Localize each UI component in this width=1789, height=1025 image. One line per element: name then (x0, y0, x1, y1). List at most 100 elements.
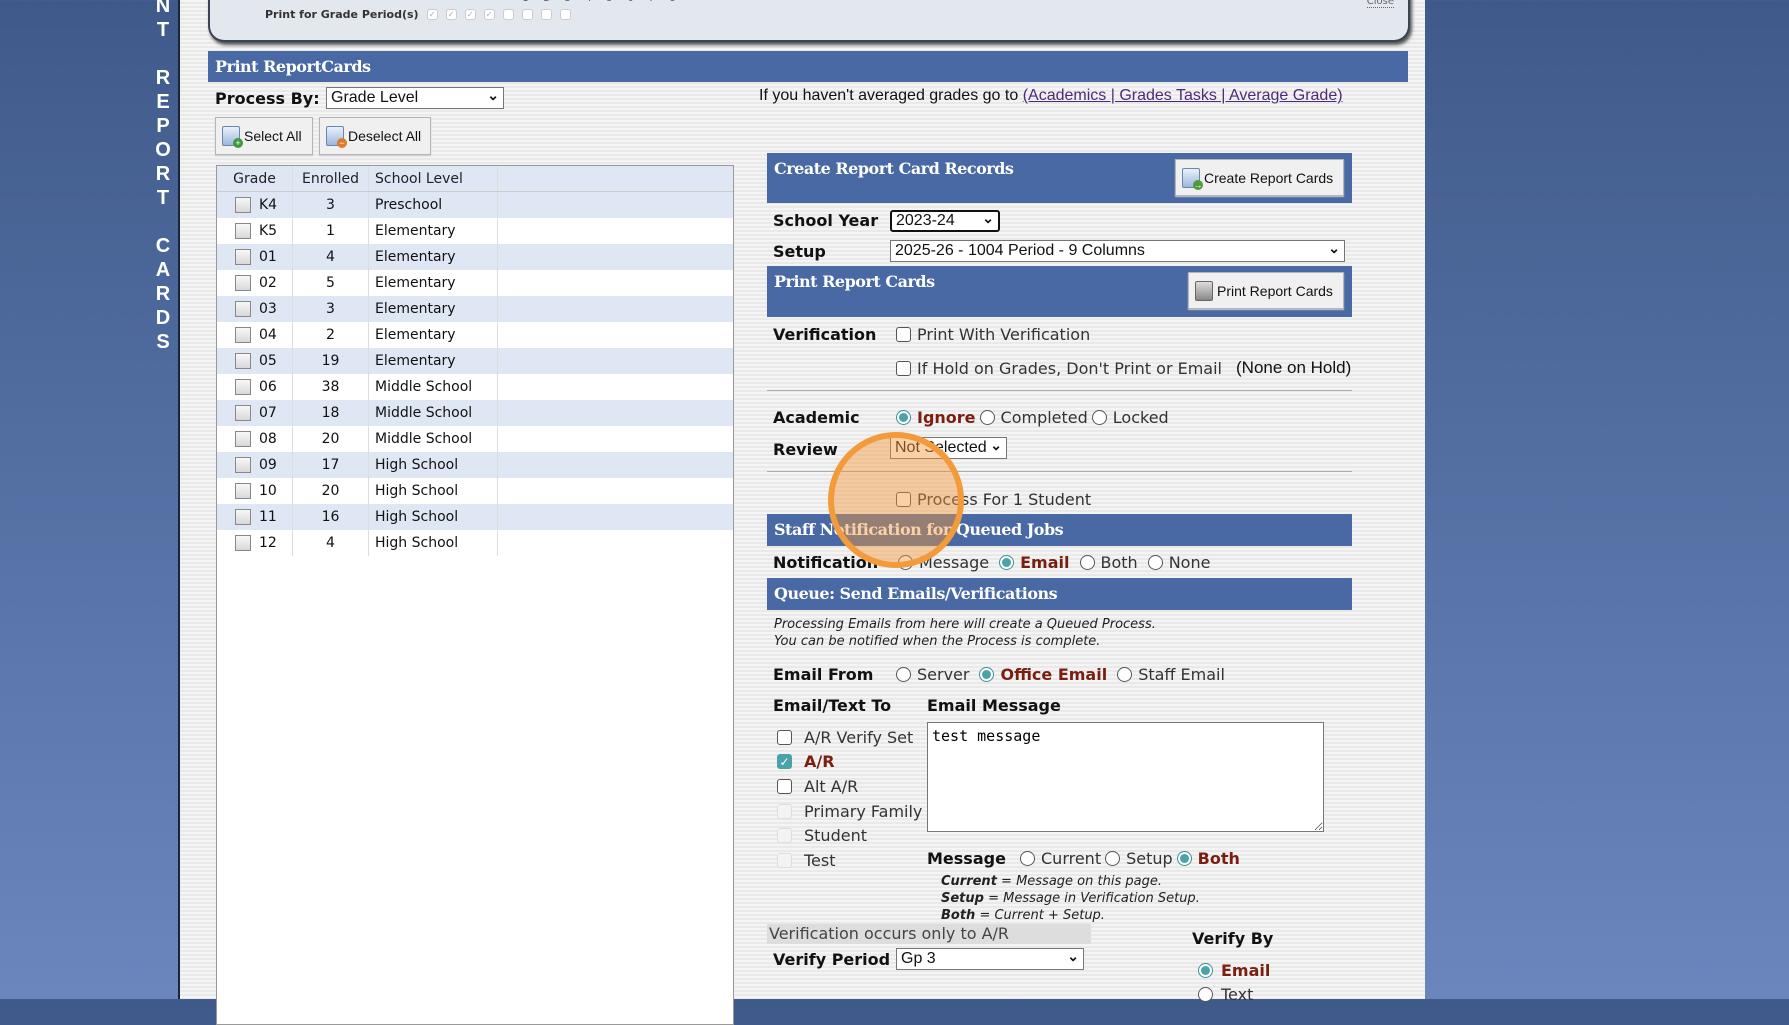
radio-label: Both (1197, 849, 1240, 868)
header-school-level[interactable]: School Level (369, 166, 498, 191)
radio-option-office-email[interactable]: Office Email (979, 665, 1107, 684)
grade-checkbox[interactable] (235, 535, 251, 551)
enrolled-cell: 5 (293, 270, 369, 296)
create-report-cards-button[interactable]: → Create Report Cards (1175, 159, 1344, 196)
radio-label: Ignore (917, 408, 976, 427)
grade-cell: 05 (217, 348, 293, 374)
print-report-cards-button[interactable]: Print Report Cards (1188, 272, 1344, 309)
radio-button[interactable] (1079, 555, 1095, 570)
radio-option-staff-email[interactable]: Staff Email (1117, 665, 1225, 684)
email-message-textarea[interactable]: test message (927, 722, 1324, 832)
recipient-student[interactable]: Student (777, 823, 922, 848)
grade-checkbox[interactable] (235, 405, 251, 421)
radio-button[interactable] (1176, 851, 1192, 866)
radio-button[interactable] (896, 410, 911, 425)
select-all-button[interactable]: + Select All (215, 117, 313, 155)
radio-option-current[interactable]: Current (1020, 849, 1101, 868)
recipient-label: A/R (804, 752, 835, 772)
header-enrolled[interactable]: Enrolled (293, 166, 369, 191)
school-level-cell: High School (369, 478, 498, 504)
grade-checkbox[interactable] (235, 379, 251, 395)
radio-option-server[interactable]: Server (896, 665, 969, 684)
grade-checkbox[interactable] (235, 197, 251, 213)
radio-label: Email (1221, 960, 1271, 980)
sidebar-vertical-title: NTREPORTCARDS (152, 0, 174, 354)
grade-cell: 04 (217, 322, 293, 348)
table-header: Grade Enrolled School Level (217, 166, 733, 192)
grade-checkbox[interactable] (235, 275, 251, 291)
school-level-cell: Middle School (369, 374, 498, 400)
period-number: 7 (646, 0, 657, 4)
grade-checkbox[interactable] (235, 353, 251, 369)
period-number: 8 (667, 0, 678, 4)
recipient-checkbox[interactable] (777, 778, 792, 794)
verify-by-text[interactable]: Text (1198, 982, 1270, 1006)
grade-checkbox[interactable] (235, 327, 251, 343)
enrolled-cell: 17 (293, 452, 369, 478)
recipient-test[interactable]: Test (777, 848, 922, 873)
grade-cell: 08 (217, 426, 293, 452)
verify-by-email[interactable]: Email (1198, 958, 1270, 982)
radio-option-both[interactable]: Both (1176, 849, 1240, 868)
header-grade[interactable]: Grade (217, 166, 293, 191)
period-checkbox[interactable] (540, 9, 552, 20)
grade-checkbox[interactable] (235, 301, 251, 317)
queue-header: Queue: Send Emails/Verifications (767, 578, 1352, 610)
deselect-all-button[interactable]: − Deselect All (319, 117, 431, 155)
school-year-select[interactable]: 2023-24 (890, 210, 1000, 232)
radio-option-none[interactable]: None (1147, 553, 1210, 572)
radio-button[interactable] (979, 410, 995, 425)
recipient-checkbox[interactable] (777, 729, 792, 745)
radio-option-completed[interactable]: Completed (979, 408, 1088, 427)
radio-button[interactable] (999, 555, 1015, 570)
radio-label: Office Email (1000, 665, 1108, 684)
radio-button[interactable] (1198, 986, 1213, 1002)
recipient-a-r-verify-set[interactable]: A/R Verify Set (777, 725, 922, 750)
process-by-select[interactable]: Grade Level (326, 87, 504, 109)
period-checkbox[interactable]: ✓ (464, 9, 476, 20)
recipient-a-r[interactable]: ✓ A/R (777, 750, 922, 775)
verify-period-select[interactable]: Gp 3 (896, 948, 1084, 970)
period-checkbox[interactable] (559, 9, 571, 20)
grade-checkbox[interactable] (235, 509, 251, 525)
recipient-alt-a-r[interactable]: Alt A/R (777, 774, 922, 799)
radio-option-email[interactable]: Email (999, 553, 1070, 572)
enrolled-cell: 20 (293, 478, 369, 504)
sidebar-letter: O (155, 139, 171, 161)
recipient-primary-family[interactable]: Primary Family (777, 799, 922, 824)
radio-option-setup[interactable]: Setup (1105, 849, 1173, 868)
average-grade-link[interactable]: (Academics | Grades Tasks | Average Grad… (1023, 87, 1343, 104)
radio-button[interactable] (1147, 555, 1163, 570)
grade-checkbox[interactable] (235, 223, 251, 239)
period-checkbox[interactable]: ✓ (483, 9, 495, 20)
sidebar-letter: N (155, 0, 171, 17)
close-link[interactable]: Close (1366, 0, 1394, 8)
radio-option-both[interactable]: Both (1079, 553, 1138, 572)
radio-button[interactable] (1020, 851, 1035, 866)
school-level-cell: Elementary (369, 218, 498, 244)
grade-checkbox[interactable] (235, 483, 251, 499)
radio-button[interactable] (1091, 410, 1107, 425)
period-checkbox[interactable]: ✓ (426, 9, 438, 20)
period-number: 6 (625, 0, 636, 4)
recipient-checkbox (777, 803, 792, 819)
radio-button[interactable] (979, 667, 995, 682)
grade-checkbox[interactable] (235, 457, 251, 473)
radio-option-locked[interactable]: Locked (1091, 408, 1169, 427)
hold-checkbox[interactable] (896, 360, 911, 376)
period-checkbox[interactable] (521, 9, 533, 20)
print-with-verification-checkbox[interactable] (896, 327, 911, 342)
radio-button[interactable] (1105, 851, 1121, 866)
process-by-label: Process By: (215, 89, 320, 108)
radio-button[interactable] (1198, 962, 1213, 978)
school-level-cell: Middle School (369, 400, 498, 426)
radio-button[interactable] (896, 667, 911, 682)
recipient-checkbox[interactable]: ✓ (777, 754, 792, 770)
radio-option-ignore[interactable]: Ignore (896, 408, 976, 427)
period-checkbox[interactable]: ✓ (445, 9, 457, 20)
setup-select[interactable]: 2025-26 - 1004 Period - 9 Columns (890, 240, 1345, 262)
grade-checkbox[interactable] (235, 431, 251, 447)
grade-checkbox[interactable] (235, 249, 251, 265)
period-checkbox[interactable] (502, 9, 514, 20)
radio-button[interactable] (1117, 667, 1133, 682)
